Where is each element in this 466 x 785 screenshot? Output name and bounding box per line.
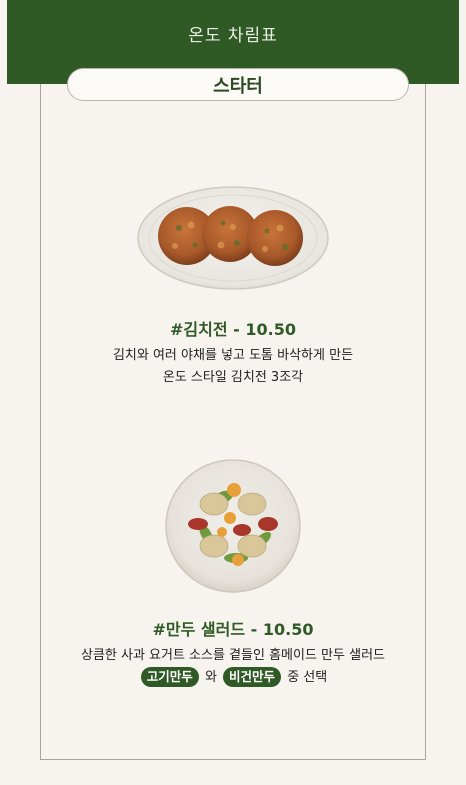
description-line: 김치와 여러 야채를 넣고 도톰 바삭하게 만든 [112,348,354,363]
dish-name-dumpling-salad: #만두 샐러드 - 10.50 [152,620,314,639]
dish-description-dumpling-salad: 상큼한 사과 요거트 소스를 곁들인 홈메이드 만두 샐러드 고기만두 와 비건… [40,645,426,689]
dumpling-salad-photo [165,459,301,593]
option-badge-vegan-dumpling: 비건만두 [223,667,282,687]
kimchi-pancake-photo [137,186,329,290]
section-title: 스타터 [213,75,263,97]
description-line: 온도 스타일 김치전 3조각 [162,370,304,385]
dish-description-kimchijeon: 김치와 여러 야채를 넣고 도톰 바삭하게 만든 온도 스타일 김치전 3조각 [40,345,426,389]
dish-name-kimchijeon: #김치전 - 10.50 [170,320,296,339]
option-suffix: 중 선택 [287,670,328,685]
option-row: 고기만두 와 비건만두 중 선택 [40,667,426,689]
page-title: 온도 차림표 [188,26,278,46]
option-conjunction: 와 [204,670,217,685]
section-header: 스타터 [67,68,409,101]
option-badge-meat-dumpling: 고기만두 [140,667,199,687]
description-line: 상큼한 사과 요거트 소스를 곁들인 홈메이드 만두 샐러드 [80,648,385,663]
